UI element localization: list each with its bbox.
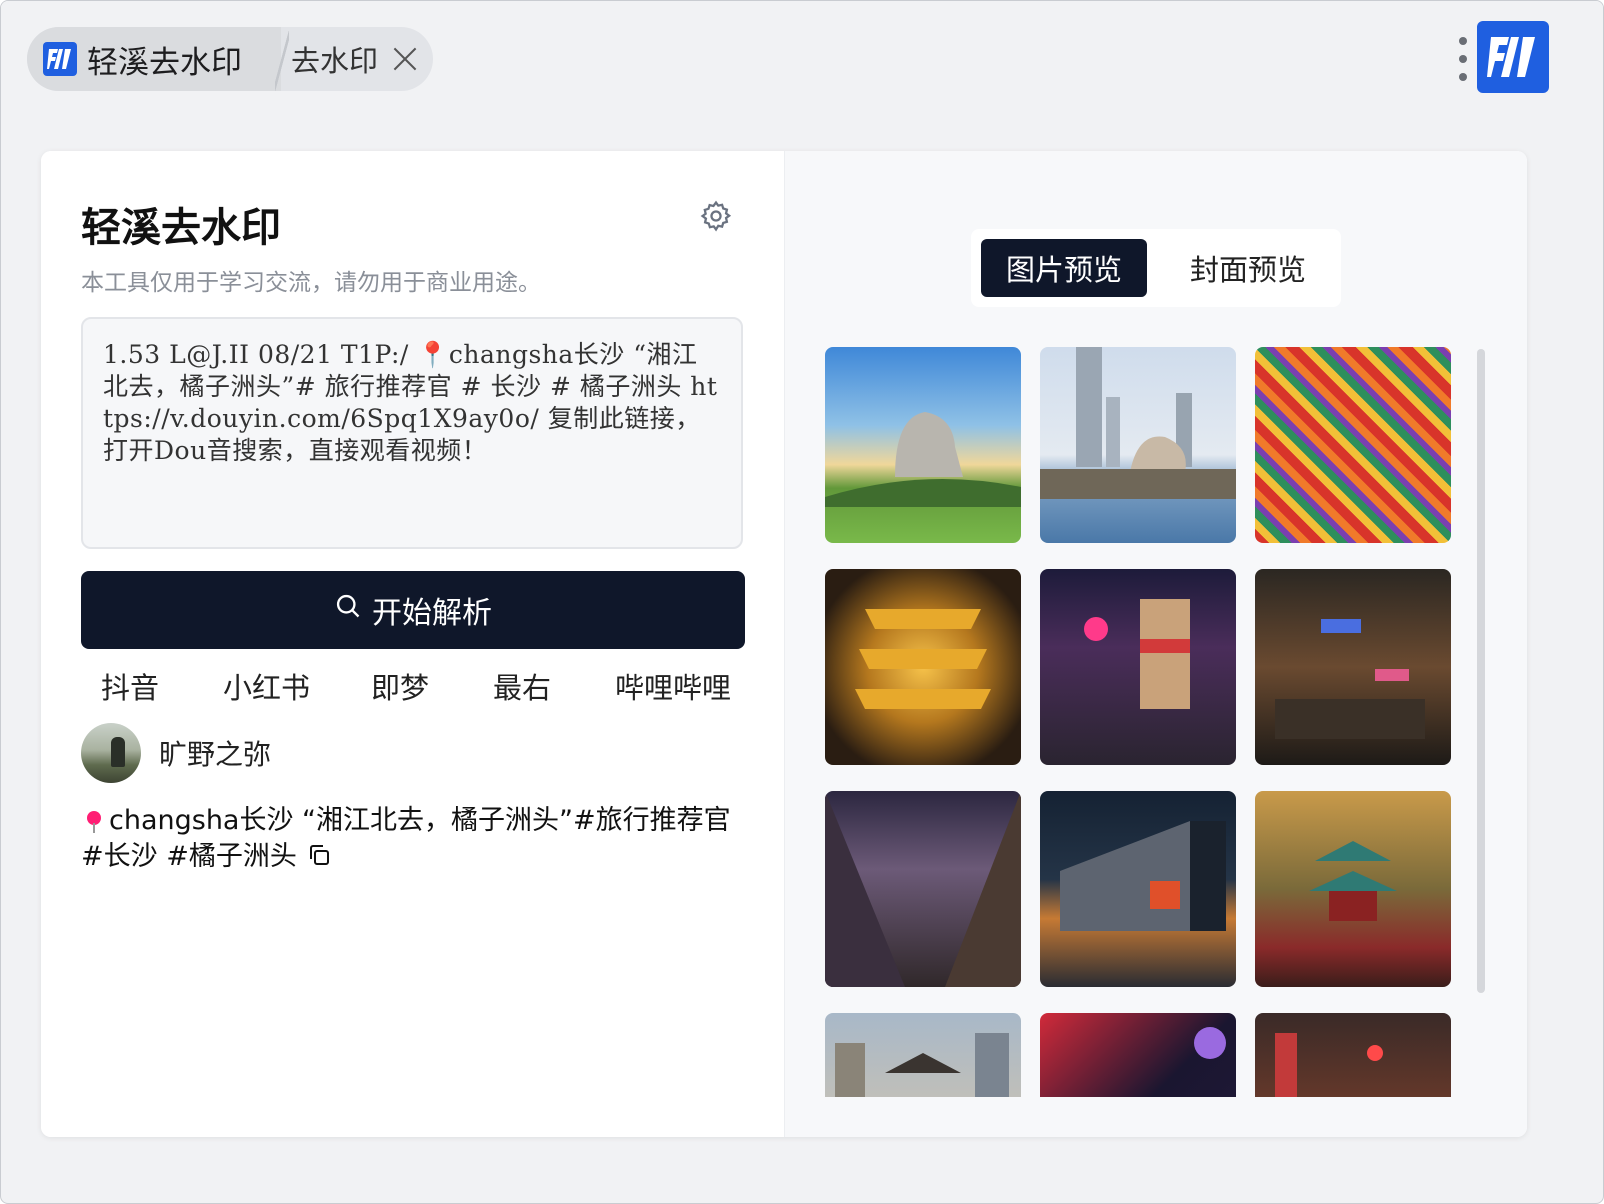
page-title: 轻溪去水印 (81, 205, 281, 251)
title-bar: 轻溪去水印 去水印 (1, 1, 1603, 119)
app-logo-icon (1477, 21, 1549, 93)
platform-bilibili[interactable]: 哔哩哔哩 (615, 665, 731, 707)
avatar (81, 723, 141, 783)
parse-button[interactable]: 开始解析 (81, 571, 745, 649)
main-card: 轻溪去水印 本工具仅用于学习交流，请勿用于商业用途。 1.53 L@J.II 0… (41, 151, 1527, 1137)
tab-app[interactable]: 轻溪去水印 (27, 27, 281, 91)
parse-button-label: 开始解析 (372, 596, 492, 631)
thumbnail-ifs-mall-night[interactable] (1040, 791, 1236, 987)
tab-app-label: 轻溪去水印 (87, 44, 242, 81)
disclaimer-text: 本工具仅用于学习交流，请勿用于商业用途。 (81, 270, 541, 296)
app-window: 轻溪去水印 去水印 轻溪去水印 本工具仅用于学习交流，请勿用于商业用途。 1.5… (0, 0, 1604, 1204)
post-description-text: changsha长沙 “湘江北去，橘子洲头”#旅行推荐官 #长沙 #橘子洲头 (81, 805, 731, 872)
thumbnail-colorful-badges[interactable] (1255, 347, 1451, 543)
thumbnail-golden-pavilion-night[interactable] (825, 569, 1021, 765)
tab-watermark[interactable]: 去水印 (291, 27, 420, 91)
author-name: 旷野之弥 (159, 738, 272, 771)
platform-jimeng[interactable]: 即梦 (371, 665, 429, 707)
thumbnail-crowded-street-night[interactable] (825, 791, 1021, 987)
thumbnail-neon-signs[interactable] (1040, 1013, 1236, 1097)
platform-xiaohongshu[interactable]: 小红书 (223, 665, 310, 707)
tab-watermark-label: 去水印 (291, 44, 379, 78)
thumbnail-city-statue-river[interactable] (1040, 347, 1236, 543)
author-info: 旷野之弥 (81, 723, 271, 783)
platform-list: 抖音 小红书 即梦 最右 哔哩哔哩 (81, 665, 745, 709)
thumbnail-night-alley[interactable] (1255, 569, 1451, 765)
copy-icon[interactable] (307, 841, 331, 865)
thumbnail-statue-sky[interactable] (825, 347, 1021, 543)
platform-douyin[interactable]: 抖音 (101, 665, 159, 707)
post-description: changsha长沙 “湘江北去，橘子洲头”#旅行推荐官 #长沙 #橘子洲头 (81, 803, 745, 875)
preview-scrollbar[interactable] (1477, 349, 1485, 993)
parser-panel: 轻溪去水印 本工具仅用于学习交流，请勿用于商业用途。 1.53 L@J.II 0… (41, 151, 783, 1137)
app-logo-icon (43, 42, 77, 76)
thumbnail-red-lantern-alley[interactable] (1255, 1013, 1451, 1097)
search-icon (334, 592, 362, 628)
tab-image-preview[interactable]: 图片预览 (981, 239, 1147, 297)
share-link-input[interactable]: 1.53 L@J.II 08/21 T1P:/ 📍changsha长沙 “湘江北… (81, 317, 743, 549)
location-pin-icon (87, 811, 101, 833)
platform-zuiyou[interactable]: 最右 (493, 665, 551, 707)
gear-icon[interactable] (699, 199, 733, 233)
tab-divider (275, 31, 289, 91)
preview-tabs: 图片预览 封面预览 (971, 229, 1341, 307)
preview-panel: 图片预览 封面预览 (784, 151, 1527, 1137)
image-grid (825, 347, 1465, 1097)
thumbnail-city-skyline-day[interactable] (825, 1013, 1021, 1097)
tab-strip: 轻溪去水印 去水印 (27, 27, 433, 91)
close-icon[interactable] (390, 44, 420, 74)
tab-cover-preview[interactable]: 封面预览 (1165, 239, 1331, 297)
thumbnail-neon-street-tram[interactable] (1040, 569, 1236, 765)
thumbnail-pavilion-autumn[interactable] (1255, 791, 1451, 987)
more-menu-icon[interactable] (1457, 37, 1469, 81)
